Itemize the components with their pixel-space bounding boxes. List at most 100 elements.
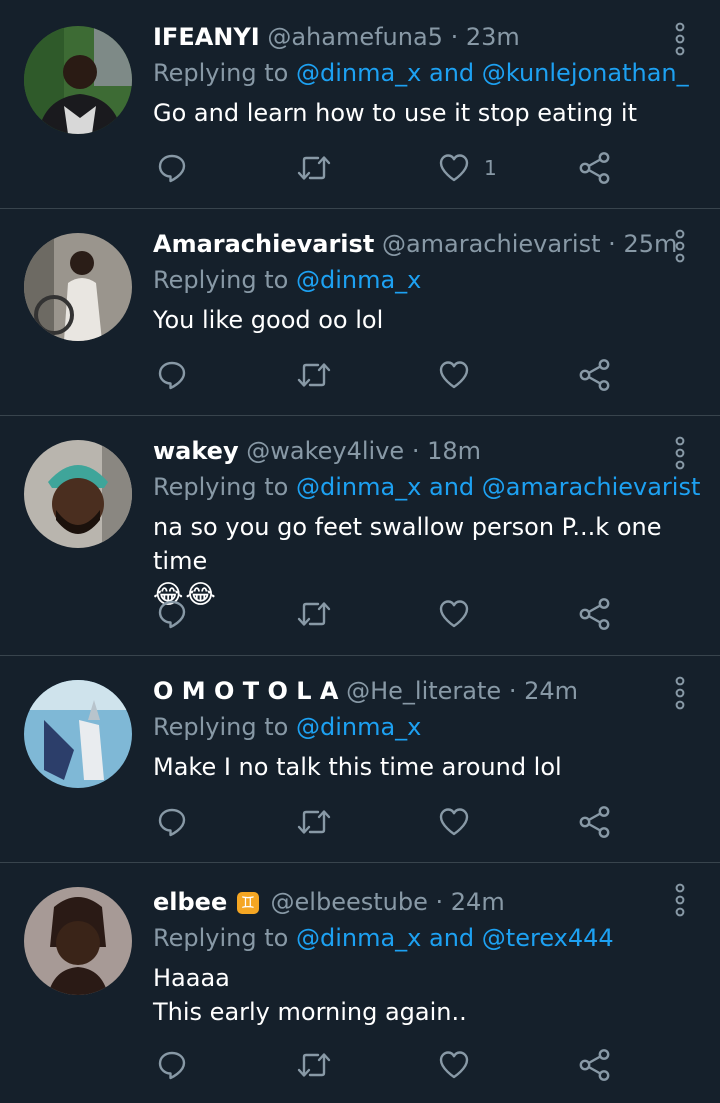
avatar[interactable] bbox=[24, 26, 132, 134]
separator-dot: · bbox=[508, 677, 517, 705]
mention-link[interactable]: @dinma_x bbox=[296, 713, 421, 741]
action-bar: 1 bbox=[0, 146, 720, 190]
mention-link[interactable]: @terex444 bbox=[482, 924, 614, 952]
tweet-text-line: Haaaa bbox=[153, 964, 230, 992]
share-icon bbox=[578, 805, 612, 839]
avatar[interactable] bbox=[24, 887, 132, 995]
tweet-ifeanyi[interactable]: IFEANYI @ahamefuna5 · 23m Replying to @d… bbox=[0, 0, 720, 209]
tweet-text-line: na so you go feet swallow person P...k o… bbox=[153, 513, 662, 575]
share-button[interactable] bbox=[578, 353, 612, 397]
tweet-text: Make I no talk this time around lol bbox=[153, 753, 562, 781]
avatar[interactable] bbox=[24, 233, 132, 341]
reply-icon bbox=[156, 1049, 188, 1081]
separator-dot: · bbox=[411, 437, 420, 465]
mention-link[interactable]: @kunlejonathan_ bbox=[482, 59, 689, 87]
more-vertical-icon[interactable] bbox=[670, 22, 690, 56]
heart-icon bbox=[438, 598, 470, 630]
more-vertical-icon[interactable] bbox=[670, 676, 690, 710]
retweet-icon bbox=[296, 806, 332, 838]
share-button[interactable] bbox=[578, 146, 612, 190]
gemini-emoji-icon: ♊ bbox=[236, 892, 259, 914]
action-bar bbox=[0, 1043, 720, 1087]
mention-and[interactable]: and bbox=[429, 924, 474, 952]
reply-button[interactable] bbox=[156, 146, 188, 190]
tweet-text: Go and learn how to use it stop eating i… bbox=[153, 99, 637, 127]
retweet-icon bbox=[296, 598, 332, 630]
share-button[interactable] bbox=[578, 800, 612, 844]
reply-button[interactable] bbox=[156, 353, 188, 397]
replying-to-label: Replying to bbox=[153, 713, 289, 741]
mention-link[interactable]: @dinma_x bbox=[296, 473, 421, 501]
replying-to-label: Replying to bbox=[153, 473, 289, 501]
action-bar bbox=[0, 353, 720, 397]
tweet-text-line: This early morning again.. bbox=[153, 998, 467, 1026]
action-bar bbox=[0, 592, 720, 636]
mention-link[interactable]: @amarachievarist bbox=[482, 473, 701, 501]
replying-to: Replying to @dinma_x bbox=[153, 712, 690, 742]
display-name[interactable]: wakey bbox=[153, 437, 239, 465]
mention-and[interactable]: and bbox=[429, 59, 474, 87]
display-name[interactable]: O M O T O L A bbox=[153, 677, 338, 705]
display-name[interactable]: Amarachievarist bbox=[153, 230, 374, 258]
tweet-elbee[interactable]: elbee ♊ @elbeestube · 24m Replying to @d… bbox=[0, 863, 720, 1103]
heart-icon bbox=[438, 806, 470, 838]
display-name[interactable]: IFEANYI bbox=[153, 23, 260, 51]
replying-to: Replying to @dinma_x and @amarachievaris… bbox=[153, 472, 700, 502]
tweet-wakey[interactable]: wakey @wakey4live · 18m Replying to @din… bbox=[0, 416, 720, 656]
timestamp[interactable]: 18m bbox=[427, 437, 481, 465]
share-button[interactable] bbox=[578, 1043, 612, 1087]
share-button[interactable] bbox=[578, 592, 612, 636]
like-button[interactable]: 1 bbox=[438, 146, 497, 190]
heart-icon bbox=[438, 359, 470, 391]
more-vertical-icon[interactable] bbox=[670, 229, 690, 263]
like-button[interactable] bbox=[438, 1043, 470, 1087]
retweet-icon bbox=[296, 359, 332, 391]
share-icon bbox=[578, 1048, 612, 1082]
retweet-button[interactable] bbox=[296, 146, 332, 190]
reply-icon bbox=[156, 806, 188, 838]
tweet-omotola[interactable]: O M O T O L A @He_literate · 24m Replyin… bbox=[0, 656, 720, 863]
display-name[interactable]: elbee bbox=[153, 888, 227, 916]
share-icon bbox=[578, 597, 612, 631]
like-button[interactable] bbox=[438, 353, 470, 397]
separator-dot: · bbox=[450, 23, 459, 51]
timestamp[interactable]: 24m bbox=[524, 677, 578, 705]
mention-and[interactable]: and bbox=[429, 473, 474, 501]
mention-link[interactable]: @dinma_x bbox=[296, 59, 421, 87]
user-handle[interactable]: @amarachievarist bbox=[382, 230, 601, 258]
more-vertical-icon[interactable] bbox=[670, 436, 690, 470]
heart-icon bbox=[438, 152, 470, 184]
timestamp[interactable]: 23m bbox=[466, 23, 520, 51]
user-handle[interactable]: @He_literate bbox=[346, 677, 501, 705]
retweet-button[interactable] bbox=[296, 353, 332, 397]
retweet-button[interactable] bbox=[296, 592, 332, 636]
user-handle[interactable]: @ahamefuna5 bbox=[267, 23, 443, 51]
replying-to: Replying to @dinma_x bbox=[153, 265, 690, 295]
reply-button[interactable] bbox=[156, 800, 188, 844]
retweet-button[interactable] bbox=[296, 1043, 332, 1087]
retweet-icon bbox=[296, 152, 332, 184]
heart-icon bbox=[438, 1049, 470, 1081]
reply-icon bbox=[156, 152, 188, 184]
replying-to: Replying to @dinma_x and @kunlejonathan_ bbox=[153, 58, 690, 88]
like-button[interactable] bbox=[438, 800, 470, 844]
timestamp[interactable]: 24m bbox=[451, 888, 505, 916]
user-handle[interactable]: @wakey4live bbox=[246, 437, 404, 465]
more-vertical-icon[interactable] bbox=[670, 883, 690, 917]
avatar[interactable] bbox=[24, 680, 132, 788]
separator-dot: · bbox=[435, 888, 444, 916]
replying-to-label: Replying to bbox=[153, 924, 289, 952]
action-bar bbox=[0, 800, 720, 844]
like-count: 1 bbox=[484, 156, 497, 180]
avatar[interactable] bbox=[24, 440, 132, 548]
tweet-amarachievarist[interactable]: Amarachievarist @amarachievarist · 25m R… bbox=[0, 209, 720, 416]
like-button[interactable] bbox=[438, 592, 470, 636]
user-handle[interactable]: @elbeestube bbox=[271, 888, 428, 916]
retweet-button[interactable] bbox=[296, 800, 332, 844]
reply-button[interactable] bbox=[156, 592, 188, 636]
mention-link[interactable]: @dinma_x bbox=[296, 266, 421, 294]
reply-button[interactable] bbox=[156, 1043, 188, 1087]
tweet-text: You like good oo lol bbox=[153, 306, 384, 334]
separator-dot: · bbox=[608, 230, 616, 258]
mention-link[interactable]: @dinma_x bbox=[296, 924, 421, 952]
